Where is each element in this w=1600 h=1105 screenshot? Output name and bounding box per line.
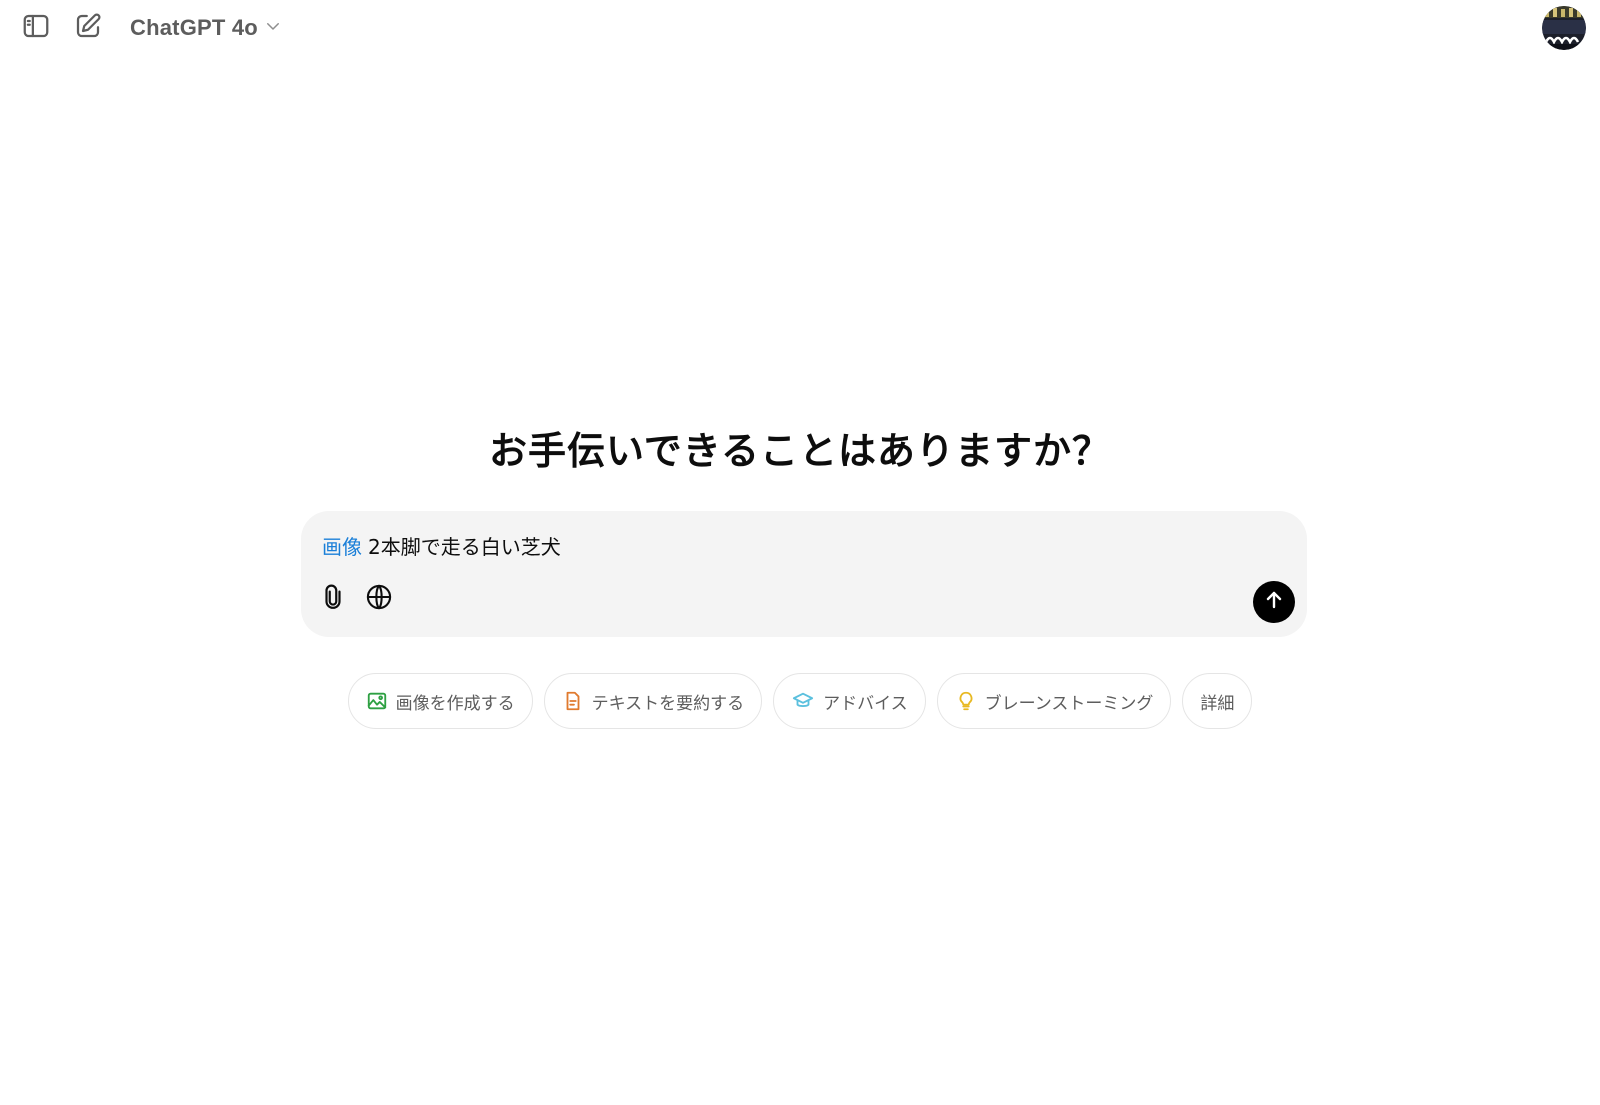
suggestion-create-image[interactable]: 画像を作成する bbox=[347, 673, 533, 729]
chevron-down-icon bbox=[264, 17, 282, 39]
top-bar: ChatGPT 4o bbox=[0, 0, 1600, 56]
chip-label: テキストを要約する bbox=[591, 693, 745, 714]
image-tool-tag[interactable]: 画像 bbox=[322, 533, 362, 561]
chip-label: 画像を作成する bbox=[395, 693, 515, 714]
sidebar-toggle-button[interactable] bbox=[18, 10, 54, 46]
page-title: お手伝いできることはありますか？ bbox=[488, 429, 1112, 473]
web-search-button[interactable] bbox=[361, 581, 397, 617]
suggestion-more[interactable]: 詳細 bbox=[1182, 673, 1253, 729]
composer[interactable]: 画像 2本脚で走る白い芝犬 bbox=[301, 511, 1307, 637]
suggestion-summarize-text[interactable]: テキストを要約する bbox=[543, 673, 763, 729]
attach-button[interactable] bbox=[315, 581, 351, 617]
arrow-up-icon bbox=[1262, 588, 1286, 616]
model-selector[interactable]: ChatGPT 4o bbox=[122, 12, 290, 44]
chip-label: 詳細 bbox=[1200, 693, 1235, 714]
new-chat-button[interactable] bbox=[70, 10, 106, 46]
sidebar-toggle-icon bbox=[21, 11, 51, 45]
chip-label: アドバイス bbox=[823, 693, 908, 714]
suggestion-advice[interactable]: アドバイス bbox=[773, 673, 926, 729]
avatar[interactable] bbox=[1542, 6, 1586, 50]
graduation-cap-icon bbox=[791, 690, 815, 712]
model-name: ChatGPT 4o bbox=[130, 15, 258, 40]
chip-label: ブレーンストーミング bbox=[984, 693, 1154, 714]
suggestion-chips: 画像を作成する テキストを要約する アドバイス ブレーンストーミング 詳細 bbox=[0, 673, 1600, 729]
compose-icon bbox=[73, 11, 103, 45]
image-icon bbox=[366, 690, 388, 712]
paperclip-icon bbox=[320, 584, 346, 614]
prompt-input[interactable]: 画像 2本脚で走る白い芝犬 bbox=[322, 533, 1227, 561]
send-button[interactable] bbox=[1253, 581, 1295, 623]
document-icon bbox=[562, 690, 584, 712]
prompt-text: 2本脚で走る白い芝犬 bbox=[368, 535, 561, 559]
globe-icon bbox=[365, 583, 393, 615]
suggestion-brainstorm[interactable]: ブレーンストーミング bbox=[936, 673, 1172, 729]
lightbulb-icon bbox=[955, 690, 977, 712]
